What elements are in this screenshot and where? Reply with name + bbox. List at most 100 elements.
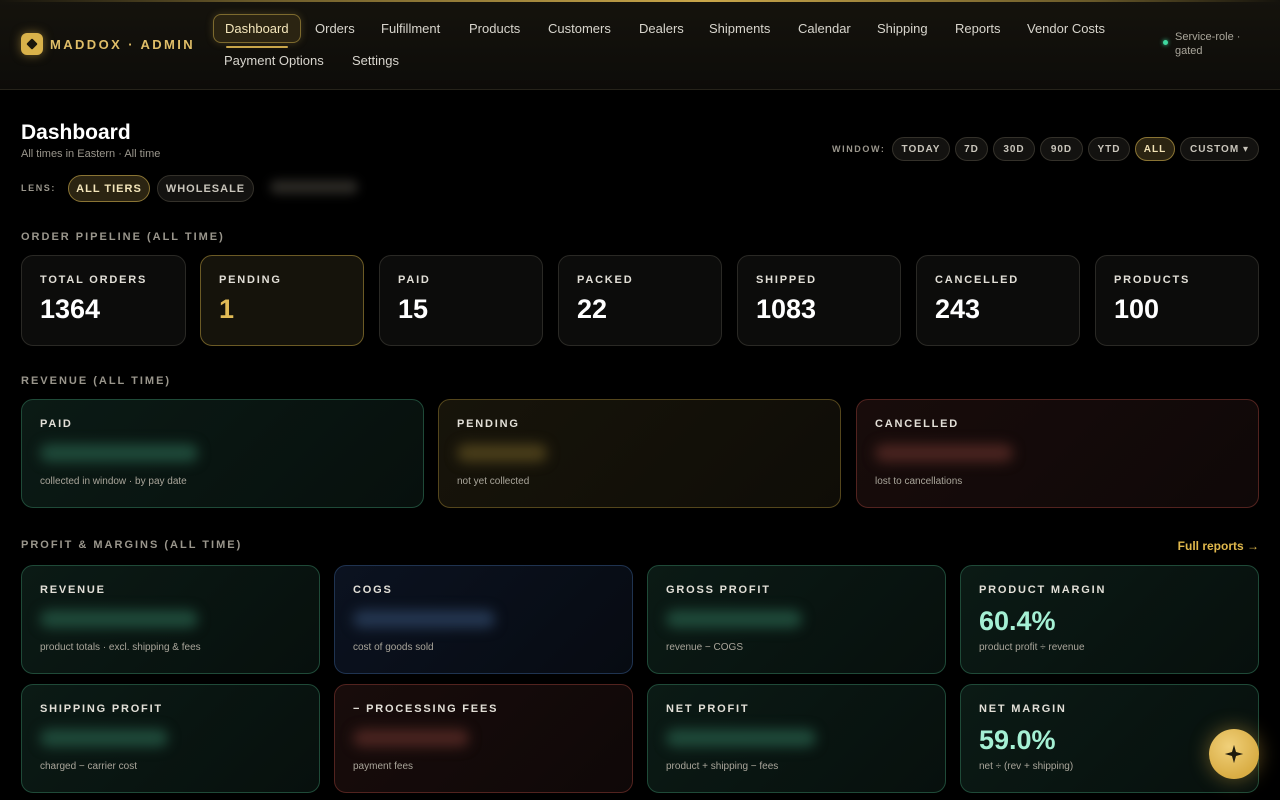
stat-value: 1364 <box>40 294 101 324</box>
profit-value-redacted <box>40 729 168 747</box>
stat-value: 1083 <box>756 294 817 324</box>
profit-hint: revenue − COGS <box>666 642 743 653</box>
stat-value: 15 <box>398 294 429 324</box>
revenue-card-cancelled[interactable]: CANCELLED lost to cancellations <box>856 399 1259 508</box>
stat-card-shipped[interactable]: SHIPPED 1083 <box>737 255 901 346</box>
stat-label: PENDING <box>219 274 282 286</box>
stat-label: SHIPPED <box>756 274 817 286</box>
stat-card-paid[interactable]: PAID 15 <box>379 255 543 346</box>
profit-label: REVENUE <box>40 584 106 596</box>
stat-label: PAID <box>398 274 431 286</box>
profit-label: GROSS PROFIT <box>666 584 771 596</box>
window-option-custom[interactable]: CUSTOM ▾ <box>1180 137 1259 161</box>
stat-label: TOTAL ORDERS <box>40 274 148 286</box>
brand-diamond-icon <box>21 33 43 55</box>
nav-item-products[interactable]: Products <box>458 14 531 43</box>
revenue-value-redacted <box>457 444 547 462</box>
revenue-card-pending[interactable]: PENDING not yet collected <box>438 399 841 508</box>
section-title-revenue: REVENUE (ALL TIME) <box>21 375 172 387</box>
brand-name: MADDOX · ADMIN <box>50 36 196 52</box>
nav-item-calendar[interactable]: Calendar <box>787 14 862 43</box>
session-status: Service-role · gated <box>1163 30 1263 58</box>
window-option-7d[interactable]: 7D <box>955 137 988 161</box>
stat-card-packed[interactable]: PACKED 22 <box>558 255 722 346</box>
nav-item-dealers[interactable]: Dealers <box>628 14 695 43</box>
nav-item-payment-options[interactable]: Payment Options <box>213 46 335 75</box>
profit-value-redacted <box>666 729 816 747</box>
revenue-value-redacted <box>875 444 1013 462</box>
revenue-value-redacted <box>40 444 198 462</box>
revenue-hint: not yet collected <box>457 476 530 487</box>
lens-option-redacted[interactable] <box>270 180 358 194</box>
nav-item-customers[interactable]: Customers <box>537 14 622 43</box>
nav-item-settings[interactable]: Settings <box>341 46 410 75</box>
stat-card-cancelled[interactable]: CANCELLED 243 <box>916 255 1080 346</box>
stat-value: 1 <box>219 294 235 324</box>
page-subtitle: All times in Eastern · All time <box>21 148 161 160</box>
lens-option-all-tiers[interactable]: ALL TIERS <box>68 175 150 202</box>
profit-label: PRODUCT MARGIN <box>979 584 1107 596</box>
nav-item-fulfillment[interactable]: Fulfillment <box>370 14 451 43</box>
lens-option-wholesale[interactable]: WHOLESALE <box>157 175 254 202</box>
profit-hint: product totals · excl. shipping & fees <box>40 642 201 653</box>
profit-card-gross-profit[interactable]: GROSS PROFIT revenue − COGS <box>647 565 946 674</box>
profit-label: NET PROFIT <box>666 703 750 715</box>
profit-value-redacted <box>353 729 469 747</box>
profit-label: COGS <box>353 584 393 596</box>
profit-label: SHIPPING PROFIT <box>40 703 163 715</box>
profit-card-shipping-profit[interactable]: SHIPPING PROFIT charged − carrier cost <box>21 684 320 793</box>
window-option-30d[interactable]: 30D <box>993 137 1035 161</box>
full-reports-link[interactable]: Full reports → <box>1178 539 1259 553</box>
stat-label: CANCELLED <box>935 274 1020 286</box>
profit-hint: payment fees <box>353 761 414 772</box>
profit-hint: product + shipping − fees <box>666 761 779 772</box>
profit-value-redacted <box>40 610 198 628</box>
window-label: WINDOW: <box>832 144 886 154</box>
profit-card-product-margin[interactable]: PRODUCT MARGIN 60.4% product profit ÷ re… <box>960 565 1259 674</box>
section-title-order-pipeline: ORDER PIPELINE (ALL TIME) <box>21 231 225 243</box>
revenue-card-paid[interactable]: PAID collected in window · by pay date <box>21 399 424 508</box>
profit-card-cogs[interactable]: COGS cost of goods sold <box>334 565 633 674</box>
stat-label: PACKED <box>577 274 634 286</box>
stat-value: 22 <box>577 294 608 324</box>
window-option-today[interactable]: TODAY <box>892 137 950 161</box>
status-dot-icon <box>1163 40 1168 45</box>
stat-card-pending[interactable]: PENDING 1 <box>200 255 364 346</box>
nav-item-vendor-costs[interactable]: Vendor Costs <box>1016 14 1116 43</box>
nav-item-shipping[interactable]: Shipping <box>866 14 939 43</box>
profit-card-processing-fees[interactable]: − PROCESSING FEES payment fees <box>334 684 633 793</box>
assistant-fab-button[interactable] <box>1209 729 1259 779</box>
nav-item-shipments[interactable]: Shipments <box>698 14 781 43</box>
nav-item-orders[interactable]: Orders <box>304 14 366 43</box>
revenue-hint: collected in window · by pay date <box>40 476 187 487</box>
stat-value: 243 <box>935 294 981 324</box>
profit-label: − PROCESSING FEES <box>353 703 499 715</box>
revenue-hint: lost to cancellations <box>875 476 963 487</box>
profit-card-net-profit[interactable]: NET PROFIT product + shipping − fees <box>647 684 946 793</box>
profit-hint: product profit ÷ revenue <box>979 642 1085 653</box>
brand-logo[interactable]: MADDOX · ADMIN <box>21 33 195 55</box>
revenue-label: CANCELLED <box>875 418 960 430</box>
window-option-ytd[interactable]: YTD <box>1088 137 1130 161</box>
profit-value: 60.4% <box>979 606 1056 636</box>
profit-hint: charged − carrier cost <box>40 761 137 772</box>
nav-item-reports[interactable]: Reports <box>944 14 1012 43</box>
page-title: Dashboard <box>21 121 131 144</box>
nav-item-dashboard[interactable]: Dashboard <box>213 14 301 48</box>
profit-hint: cost of goods sold <box>353 642 434 653</box>
revenue-label: PAID <box>40 418 73 430</box>
stat-card-products[interactable]: PRODUCTS 100 <box>1095 255 1259 346</box>
window-option-90d[interactable]: 90D <box>1040 137 1083 161</box>
profit-hint: net ÷ (rev + shipping) <box>979 761 1074 772</box>
stat-card-total-orders[interactable]: TOTAL ORDERS 1364 <box>21 255 186 346</box>
profit-label: NET MARGIN <box>979 703 1067 715</box>
session-status-text: Service-role · gated <box>1175 31 1241 57</box>
profit-value-redacted <box>353 610 495 628</box>
profit-value-redacted <box>666 610 802 628</box>
section-title-profit-margins: PROFIT & MARGINS (ALL TIME) <box>21 539 243 551</box>
lens-label: LENS: <box>21 183 56 193</box>
window-option-all[interactable]: ALL <box>1135 137 1175 161</box>
profit-card-revenue[interactable]: REVENUE product totals · excl. shipping … <box>21 565 320 674</box>
stat-value: 100 <box>1114 294 1160 324</box>
revenue-label: PENDING <box>457 418 520 430</box>
